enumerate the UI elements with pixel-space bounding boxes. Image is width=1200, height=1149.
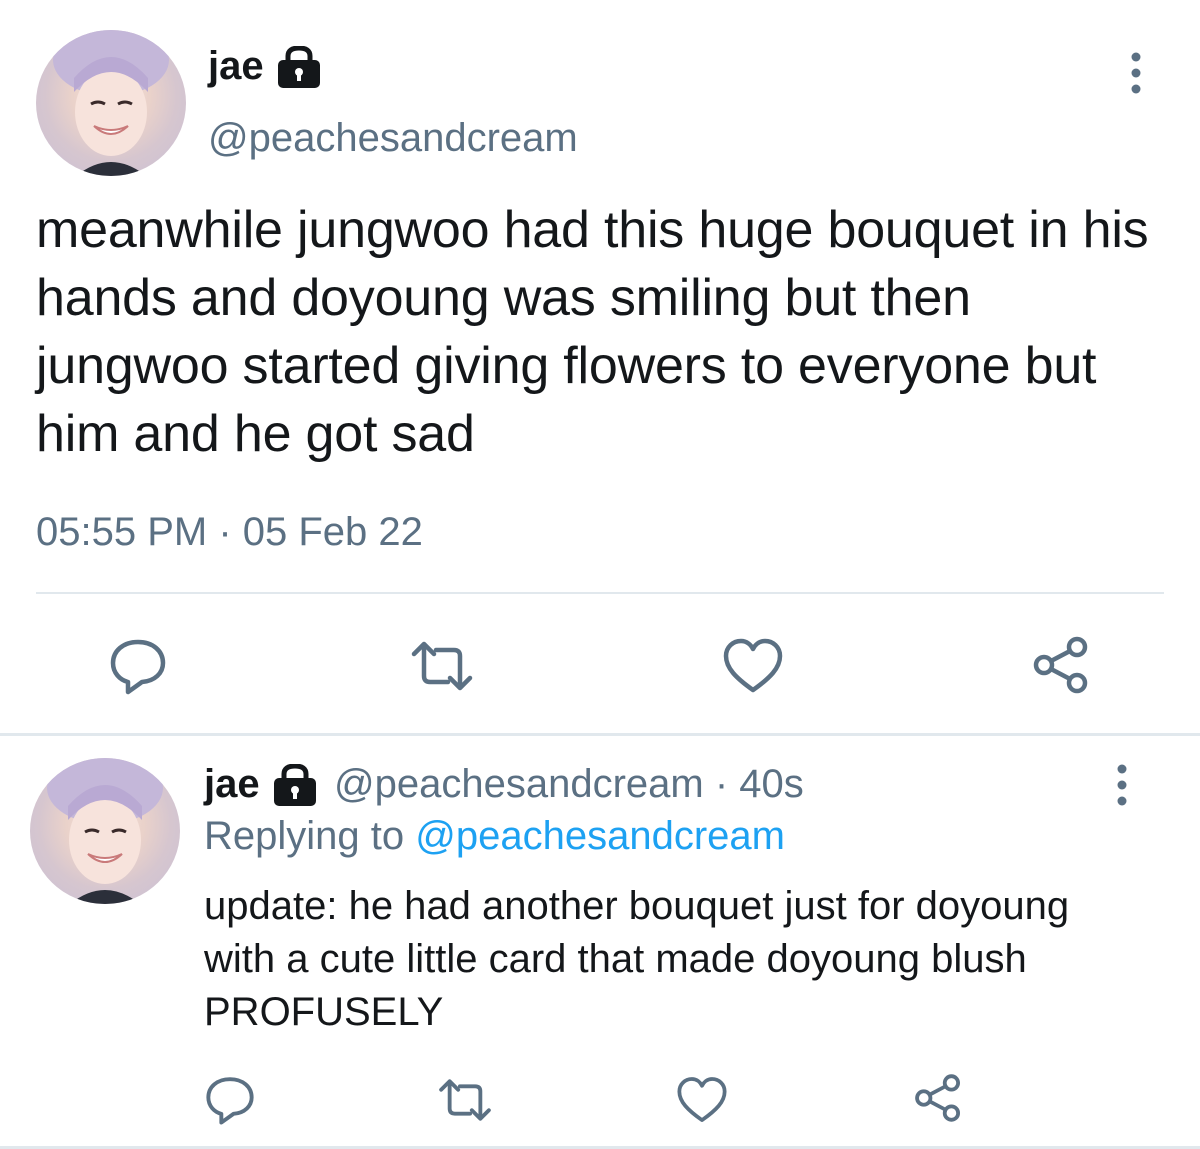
tweet-text: meanwhile jungwoo had this huge bouquet … <box>36 201 1149 463</box>
mention-link[interactable]: @peachesandcream <box>415 814 785 858</box>
more-vertical-icon[interactable] <box>1112 764 1132 806</box>
more-vertical-icon[interactable] <box>1126 52 1146 94</box>
avatar-photo <box>53 30 169 176</box>
avatar[interactable] <box>30 758 180 904</box>
timestamp[interactable]: 05:55 PM · 05 Feb 22 <box>36 508 423 556</box>
share-icon[interactable] <box>1030 634 1092 696</box>
share-icon[interactable] <box>912 1072 964 1124</box>
lock-icon <box>274 764 316 806</box>
tweet-separator <box>0 733 1200 736</box>
avatar-photo <box>47 758 163 904</box>
replying-to-label: Replying to <box>204 814 405 858</box>
avatar[interactable] <box>36 30 186 176</box>
replying-to: Replying to @peachesandcream <box>204 812 785 860</box>
lock-icon <box>278 46 320 88</box>
display-name[interactable]: jae <box>204 760 260 808</box>
display-name[interactable]: jae <box>208 42 264 90</box>
heart-icon[interactable] <box>676 1074 728 1126</box>
handle[interactable]: @peachesandcream <box>208 114 578 162</box>
reply-icon[interactable] <box>108 636 168 696</box>
retweet-icon[interactable] <box>436 1074 494 1126</box>
retweet-icon[interactable] <box>408 636 476 696</box>
heart-icon[interactable] <box>722 636 784 696</box>
main-tweet: jae @peachesandcream meanwhile jungwoo h… <box>0 0 1200 733</box>
divider <box>36 592 1164 594</box>
handle-and-time[interactable]: @peachesandcream · 40s <box>334 760 804 808</box>
reply-icon[interactable] <box>204 1074 256 1126</box>
tweet-text: update: he had another bouquet just for … <box>204 884 1070 1034</box>
